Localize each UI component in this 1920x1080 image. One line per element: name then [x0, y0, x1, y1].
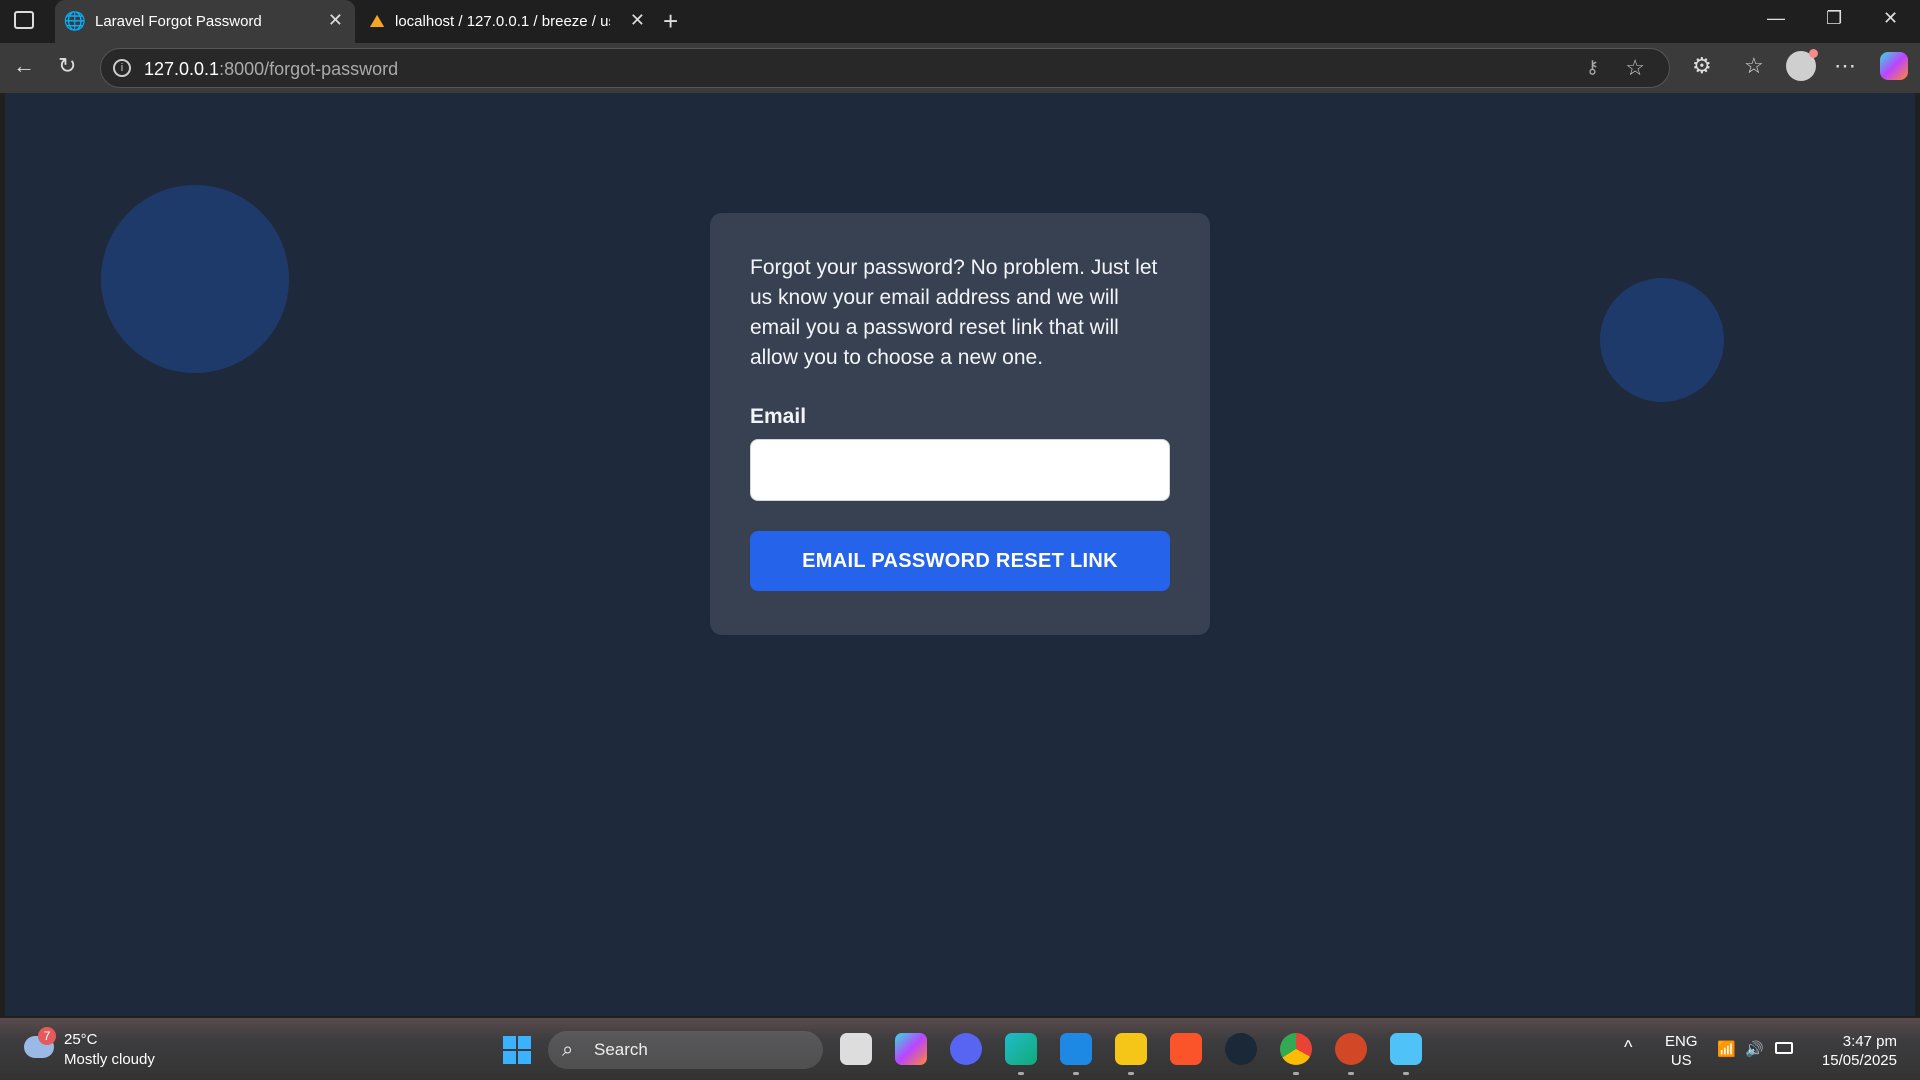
brave-icon[interactable] [1170, 1033, 1202, 1065]
url-path: :8000/forgot-password [219, 59, 399, 79]
decorative-circle [101, 185, 289, 373]
powerpoint-icon[interactable] [1335, 1033, 1367, 1075]
temperature: 25°C [64, 1031, 98, 1048]
tab-title: Laravel Forgot Password [95, 13, 262, 30]
windows-start-icon[interactable] [503, 1036, 531, 1064]
address-bar-row: ← ↻ i 127.0.0.1:8000/forgot-password ⚷ ☆… [0, 43, 1920, 93]
language: ENG [1665, 1033, 1698, 1050]
forgot-password-card: Forgot your password? No problem. Just l… [710, 213, 1210, 635]
globe-icon: 🌐 [63, 10, 87, 31]
password-key-icon[interactable]: ⚷ [1586, 57, 1599, 78]
refresh-button[interactable]: ↻ [58, 53, 76, 79]
task-view-icon[interactable] [840, 1033, 872, 1065]
file-explorer-icon[interactable] [1115, 1033, 1147, 1075]
discord-icon[interactable] [950, 1033, 982, 1065]
copilot-app-icon[interactable] [895, 1033, 927, 1065]
phpmyadmin-icon: ⛰ [369, 10, 385, 31]
close-tab-icon[interactable]: ✕ [328, 10, 343, 31]
favorites-icon[interactable]: ☆ [1744, 53, 1764, 79]
weather-badge: 7 [38, 1027, 56, 1045]
search-icon: ⌕ [562, 1039, 574, 1061]
restore-button[interactable]: ❐ [1826, 8, 1842, 29]
email-reset-link-button[interactable]: EMAIL PASSWORD RESET LINK [750, 531, 1170, 591]
copilot-icon[interactable] [1880, 52, 1908, 80]
taskbar-search[interactable]: ⌕ Search [548, 1031, 823, 1069]
intro-text: Forgot your password? No problem. Just l… [750, 256, 1158, 369]
date: 15/05/2025 [1821, 1052, 1897, 1069]
weather-description: Mostly cloudy [64, 1051, 155, 1068]
steam-icon[interactable] [1225, 1033, 1257, 1065]
chrome-icon[interactable] [1280, 1033, 1312, 1075]
vscode-icon[interactable] [1060, 1033, 1092, 1075]
tab-bar: 🌐 Laravel Forgot Password ✕ ⛰ localhost … [0, 0, 1920, 43]
time: 3:47 pm [1842, 1033, 1897, 1050]
close-tab-icon[interactable]: ✕ [630, 10, 645, 31]
back-button[interactable]: ← [13, 53, 35, 79]
minimize-button[interactable]: — [1767, 8, 1785, 29]
tab-title: localhost / 127.0.0.1 / breeze / users [395, 13, 610, 30]
taskbar: 7 25°C Mostly cloudy ⌕ Search ^ ENG US 📶 … [0, 1018, 1920, 1080]
keyboard-layout: US [1670, 1052, 1692, 1069]
edge-icon[interactable] [1005, 1033, 1037, 1075]
volume-icon[interactable]: 🔊 [1745, 1040, 1764, 1059]
close-window-button[interactable]: ✕ [1883, 8, 1898, 29]
url-host: 127.0.0.1 [144, 59, 220, 79]
url-text[interactable]: 127.0.0.1:8000/forgot-password [144, 59, 398, 80]
show-hidden-icons[interactable]: ^ [1624, 1038, 1632, 1057]
weather-widget[interactable]: 7 25°C Mostly cloudy [24, 1027, 155, 1070]
email-label: Email [750, 405, 807, 428]
site-info-icon[interactable]: i [113, 59, 131, 77]
new-tab-button[interactable]: + [663, 6, 678, 37]
extensions-icon[interactable]: ⚙ [1692, 53, 1712, 79]
search-label: Search [594, 1040, 648, 1059]
more-menu-icon[interactable]: ⋯ [1834, 53, 1856, 79]
tab-phpmyadmin[interactable]: ⛰ localhost / 127.0.0.1 / breeze / users… [357, 0, 657, 43]
favorite-star-icon[interactable]: ☆ [1625, 55, 1645, 81]
profile-avatar[interactable] [1786, 49, 1818, 81]
decorative-circle [1600, 278, 1724, 402]
language-indicator[interactable]: ENG US [1665, 1032, 1698, 1070]
page-content: Forgot your password? No problem. Just l… [5, 93, 1915, 1016]
notepad-icon[interactable] [1390, 1033, 1422, 1075]
tab-laravel-forgot-password[interactable]: 🌐 Laravel Forgot Password ✕ [55, 0, 355, 43]
address-bar[interactable]: i 127.0.0.1:8000/forgot-password ⚷ ☆ [100, 48, 1670, 88]
email-input[interactable] [750, 439, 1170, 501]
sidebar-toggle-icon[interactable] [14, 11, 34, 29]
battery-icon[interactable] [1775, 1042, 1793, 1054]
wifi-icon[interactable]: 📶 [1717, 1040, 1736, 1059]
clock[interactable]: 3:47 pm 15/05/2025 [1815, 1032, 1897, 1070]
